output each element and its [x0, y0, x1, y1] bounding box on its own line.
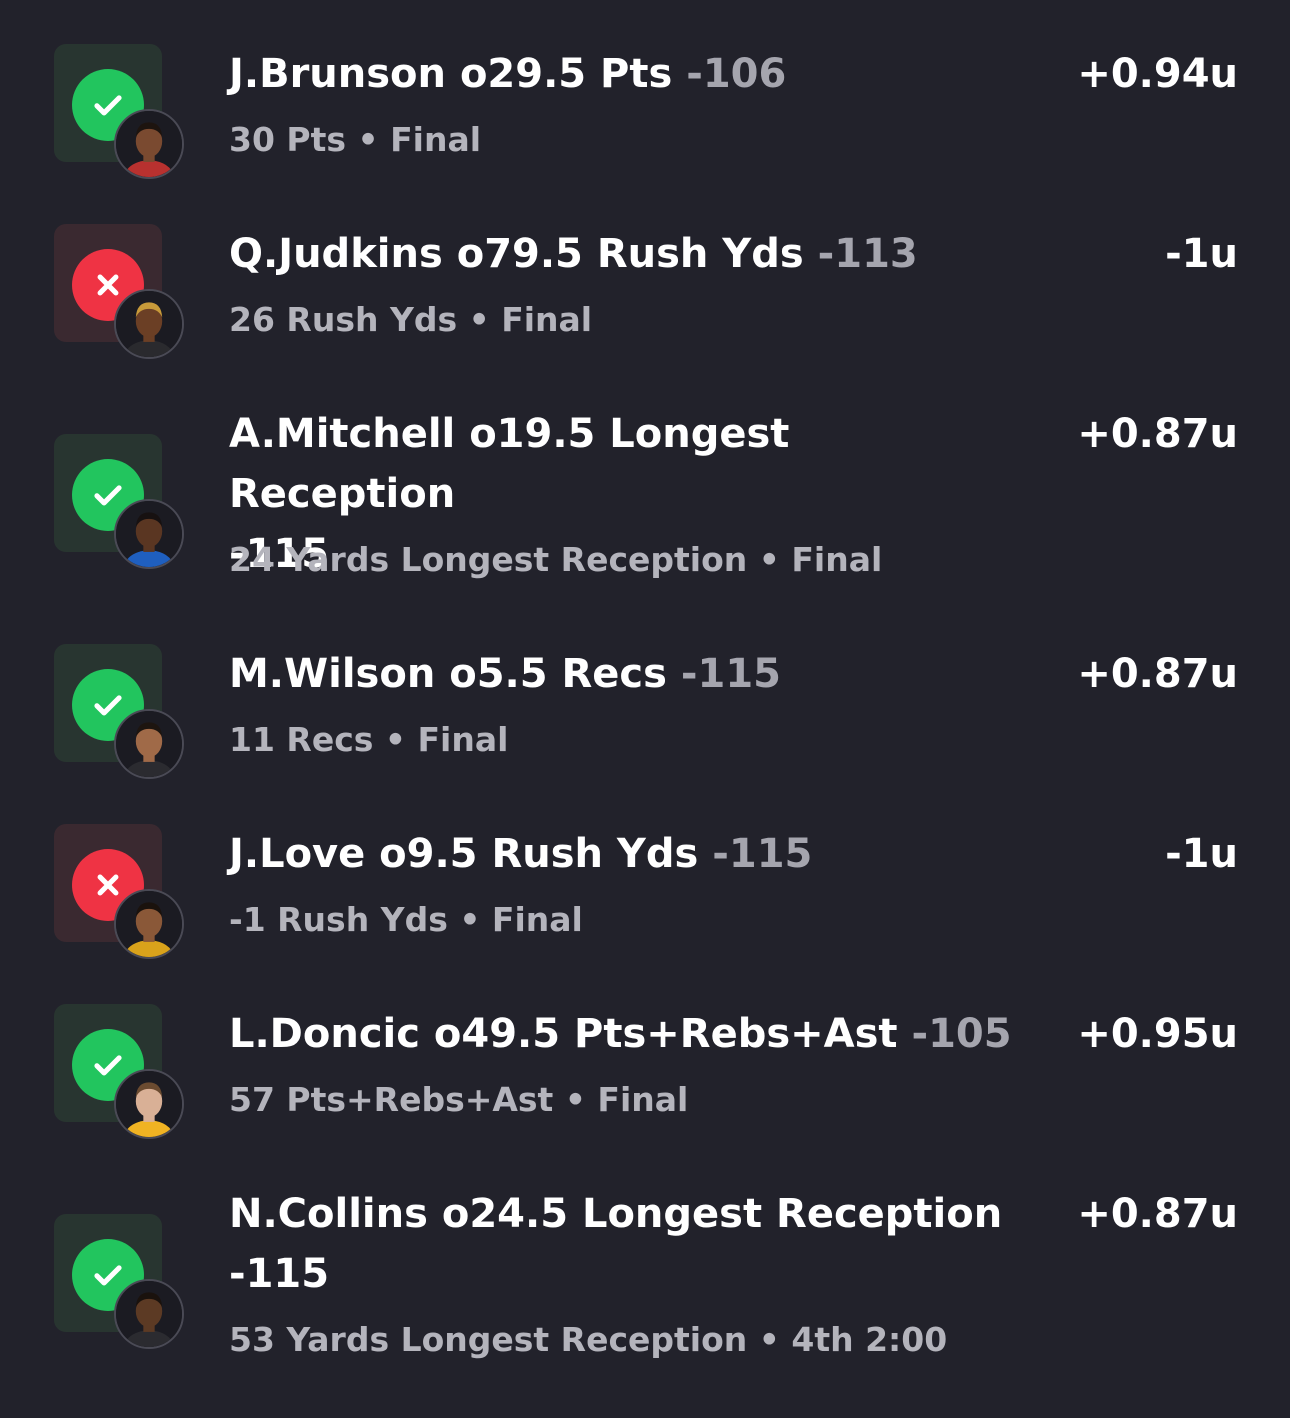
bet-subtitle: 26 Rush Yds • Final: [229, 298, 1049, 342]
player-avatar: [114, 109, 184, 179]
bet-status: Final: [501, 300, 593, 339]
bet-status: 4th 2:00: [791, 1320, 948, 1359]
bet-subtitle: 57 Pts+Rebs+Ast • Final: [229, 1078, 1049, 1122]
bet-row[interactable]: M.Wilson o5.5 Recs -115 11 Recs • Final …: [0, 644, 1290, 794]
checkmark-icon: [94, 695, 122, 716]
headshot-icon: [116, 501, 182, 567]
bet-units: +0.87u: [1077, 651, 1238, 697]
separator: •: [457, 300, 502, 339]
bet-title: Q.Judkins o79.5 Rush Yds -113: [229, 224, 1029, 284]
bet-odds: -113: [817, 231, 918, 277]
separator: •: [447, 900, 492, 939]
bet-player: L.Doncic o49.5 Pts+Rebs+Ast: [229, 1011, 898, 1057]
separator: •: [373, 720, 418, 759]
bet-row[interactable]: J.Brunson o29.5 Pts -106 30 Pts • Final …: [0, 44, 1290, 194]
bet-title: N.Collins o24.5 Longest Reception -115: [229, 1184, 1029, 1304]
separator: •: [747, 1320, 792, 1359]
bet-row[interactable]: J.Love o9.5 Rush Yds -115 -1 Rush Yds • …: [0, 824, 1290, 974]
bet-odds: -106: [686, 51, 787, 97]
headshot-icon: [116, 891, 182, 957]
player-avatar: [114, 1069, 184, 1139]
status-tile: [54, 644, 184, 779]
bet-subtitle: 11 Recs • Final: [229, 718, 1049, 762]
separator: •: [747, 540, 792, 579]
player-avatar: [114, 889, 184, 959]
bet-player: A.Mitchell o19.5 Longest Reception: [229, 411, 790, 517]
bet-odds: -115: [680, 651, 781, 697]
checkmark-icon: [94, 1265, 122, 1286]
bet-result: 57 Pts+Rebs+Ast: [229, 1080, 554, 1119]
bet-status: Final: [597, 1080, 689, 1119]
checkmark-icon: [94, 485, 122, 506]
bet-result: 11 Recs: [229, 720, 374, 759]
bet-units: +0.94u: [1077, 51, 1238, 97]
bet-list: J.Brunson o29.5 Pts -106 30 Pts • Final …: [0, 0, 1290, 1418]
player-avatar: [114, 289, 184, 359]
separator: •: [346, 120, 391, 159]
headshot-icon: [116, 111, 182, 177]
headshot-icon: [116, 1281, 182, 1347]
status-tile: [54, 44, 184, 179]
bet-subtitle: 30 Pts • Final: [229, 118, 1049, 162]
headshot-icon: [116, 1071, 182, 1137]
bet-subtitle: 24 Yards Longest Reception • Final: [229, 538, 1049, 582]
bet-title: L.Doncic o49.5 Pts+Rebs+Ast -105: [229, 1004, 1029, 1064]
bet-units: -1u: [1165, 231, 1238, 277]
checkmark-icon: [94, 95, 122, 116]
x-icon: [97, 274, 119, 296]
bet-row[interactable]: N.Collins o24.5 Longest Reception -115 53…: [0, 1184, 1290, 1374]
headshot-icon: [116, 711, 182, 777]
bet-player: M.Wilson o5.5 Recs: [229, 651, 667, 697]
bet-status: Final: [417, 720, 509, 759]
bet-status: Final: [390, 120, 482, 159]
bet-odds: -115: [712, 831, 813, 877]
bet-units: +0.87u: [1077, 1191, 1238, 1237]
player-avatar: [114, 499, 184, 569]
player-avatar: [114, 1279, 184, 1349]
bet-status: Final: [491, 900, 583, 939]
bet-subtitle: 53 Yards Longest Reception • 4th 2:00: [229, 1318, 1049, 1362]
bet-units: +0.87u: [1077, 411, 1238, 457]
bet-result: -1 Rush Yds: [229, 900, 448, 939]
bet-units: -1u: [1165, 831, 1238, 877]
bet-odds: -105: [911, 1011, 1012, 1057]
x-icon: [97, 874, 119, 896]
bet-result: 30 Pts: [229, 120, 347, 159]
status-tile: [54, 824, 184, 959]
checkmark-icon: [94, 1055, 122, 1076]
bet-status: Final: [791, 540, 883, 579]
bet-title: J.Love o9.5 Rush Yds -115: [229, 824, 1029, 884]
bet-player: J.Love o9.5 Rush Yds: [229, 831, 699, 877]
bet-row[interactable]: A.Mitchell o19.5 Longest Reception -115 2…: [0, 404, 1290, 594]
bet-subtitle: -1 Rush Yds • Final: [229, 898, 1049, 942]
bet-player: N.Collins o24.5 Longest Reception: [229, 1191, 1003, 1237]
bet-player: Q.Judkins o79.5 Rush Yds: [229, 231, 804, 277]
status-tile: [54, 224, 184, 359]
bet-title: J.Brunson o29.5 Pts -106: [229, 44, 1029, 104]
separator: •: [553, 1080, 598, 1119]
status-tile: [54, 1214, 184, 1349]
bet-result: 26 Rush Yds: [229, 300, 458, 339]
status-tile: [54, 1004, 184, 1139]
bet-units: +0.95u: [1077, 1011, 1238, 1057]
bet-player: J.Brunson o29.5 Pts: [229, 51, 673, 97]
bet-row[interactable]: Q.Judkins o79.5 Rush Yds -113 26 Rush Yd…: [0, 224, 1290, 374]
status-tile: [54, 434, 184, 569]
bet-row[interactable]: L.Doncic o49.5 Pts+Rebs+Ast -105 57 Pts+…: [0, 1004, 1290, 1154]
player-avatar: [114, 709, 184, 779]
bet-title: M.Wilson o5.5 Recs -115: [229, 644, 1029, 704]
bet-result: 53 Yards Longest Reception: [229, 1320, 748, 1359]
bet-result: 24 Yards Longest Reception: [229, 540, 748, 579]
headshot-icon: [116, 291, 182, 357]
bet-odds: -115: [229, 1251, 330, 1297]
